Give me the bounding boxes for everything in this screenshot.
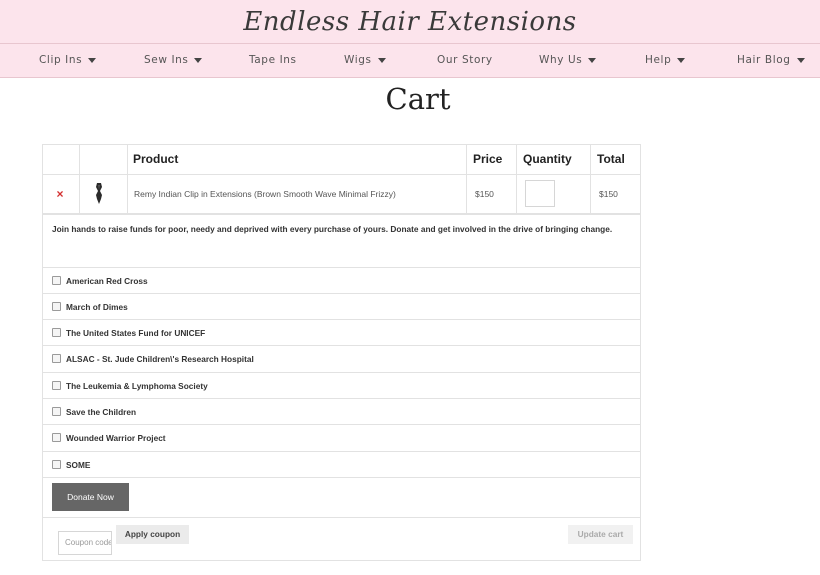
header-price: Price (473, 152, 503, 166)
donation-option-label: SOME (66, 460, 91, 470)
donation-option-label: The United States Fund for UNICEF (66, 328, 206, 338)
donation-option-label: March of Dimes (66, 302, 128, 312)
update-cart-button[interactable]: Update cart (568, 525, 633, 544)
coupon-input[interactable]: Coupon code (58, 531, 112, 555)
donation-option-label: American Red Cross (66, 276, 148, 286)
caret-down-icon (677, 57, 686, 63)
product-name[interactable]: Remy Indian Clip in Extensions (Brown Sm… (134, 174, 396, 214)
main-nav: Clip Ins Sew Ins Tape Ins Wigs Our Story… (0, 43, 820, 78)
donation-option[interactable]: March of Dimes (52, 294, 128, 320)
apply-coupon-button[interactable]: Apply coupon (116, 525, 189, 544)
donation-option[interactable]: The Leukemia & Lymphoma Society (52, 373, 208, 399)
nav-item-clip-ins[interactable]: Clip Ins (39, 44, 97, 77)
nav-label: Tape Ins (249, 54, 297, 66)
page-title: Cart (385, 82, 451, 116)
checkbox[interactable] (52, 433, 61, 443)
divider (43, 293, 640, 294)
nav-label: Why Us (539, 54, 583, 66)
donation-option[interactable]: Wounded Warrior Project (52, 425, 166, 451)
donation-panel: Join hands to raise funds for poor, need… (42, 214, 641, 518)
donation-message: Join hands to raise funds for poor, need… (52, 224, 613, 234)
site-header: Endless Hair Extensions (0, 0, 820, 43)
product-price: $150 (475, 189, 494, 199)
checkbox[interactable] (52, 381, 61, 391)
donation-option[interactable]: American Red Cross (52, 268, 148, 294)
checkbox[interactable] (52, 460, 61, 470)
nav-item-help[interactable]: Help (645, 44, 686, 77)
donation-option[interactable]: ALSAC - St. Jude Children\'s Research Ho… (52, 346, 254, 372)
nav-label: Clip Ins (39, 54, 83, 66)
caret-down-icon (88, 57, 97, 63)
nav-label: Wigs (344, 54, 372, 66)
checkbox[interactable] (52, 302, 61, 312)
nav-label: Sew Ins (144, 54, 189, 66)
donate-now-button[interactable]: Donate Now (52, 483, 129, 511)
table-header: Product Price Quantity Total (43, 145, 640, 175)
nav-label: Hair Blog (737, 54, 791, 66)
donation-option-label: The Leukemia & Lymphoma Society (66, 381, 208, 391)
checkbox[interactable] (52, 276, 61, 286)
product-thumbnail[interactable] (93, 182, 105, 205)
caret-down-icon (377, 57, 386, 63)
nav-item-why-us[interactable]: Why Us (539, 44, 597, 77)
cart-table: Product Price Quantity Total × Remy Indi… (42, 144, 641, 214)
donation-option[interactable]: The United States Fund for UNICEF (52, 320, 205, 346)
nav-label: Our Story (437, 54, 493, 66)
divider (43, 477, 640, 478)
header-total: Total (597, 152, 625, 166)
quantity-input[interactable] (525, 180, 555, 207)
caret-down-icon (588, 57, 597, 63)
table-row: × Remy Indian Clip in Extensions (Brown … (43, 174, 640, 214)
nav-item-sew-ins[interactable]: Sew Ins (144, 44, 203, 77)
donation-option-label: ALSAC - St. Jude Children\'s Research Ho… (66, 354, 254, 364)
nav-item-our-story[interactable]: Our Story (437, 44, 493, 77)
donation-option[interactable]: SOME (52, 452, 90, 478)
nav-item-wigs[interactable]: Wigs (344, 44, 386, 77)
cart-actions: Coupon code Apply coupon Update cart (42, 518, 641, 561)
checkbox[interactable] (52, 328, 61, 338)
header-quantity: Quantity (523, 152, 572, 166)
donation-option-label: Save the Children (66, 407, 137, 417)
divider (43, 451, 640, 452)
donation-option[interactable]: Save the Children (52, 399, 136, 425)
checkbox[interactable] (52, 407, 61, 417)
header-product: Product (133, 152, 179, 166)
nav-label: Help (645, 54, 672, 66)
product-total: $150 (599, 189, 618, 199)
checkbox[interactable] (52, 354, 61, 364)
caret-down-icon (796, 57, 805, 63)
donation-option-label: Wounded Warrior Project (66, 433, 166, 443)
remove-item-icon[interactable]: × (54, 174, 66, 214)
nav-item-hair-blog[interactable]: Hair Blog (737, 44, 805, 77)
nav-item-tape-ins[interactable]: Tape Ins (249, 44, 297, 77)
caret-down-icon (194, 57, 203, 63)
brand-logo[interactable]: Endless Hair Extensions (243, 7, 576, 37)
